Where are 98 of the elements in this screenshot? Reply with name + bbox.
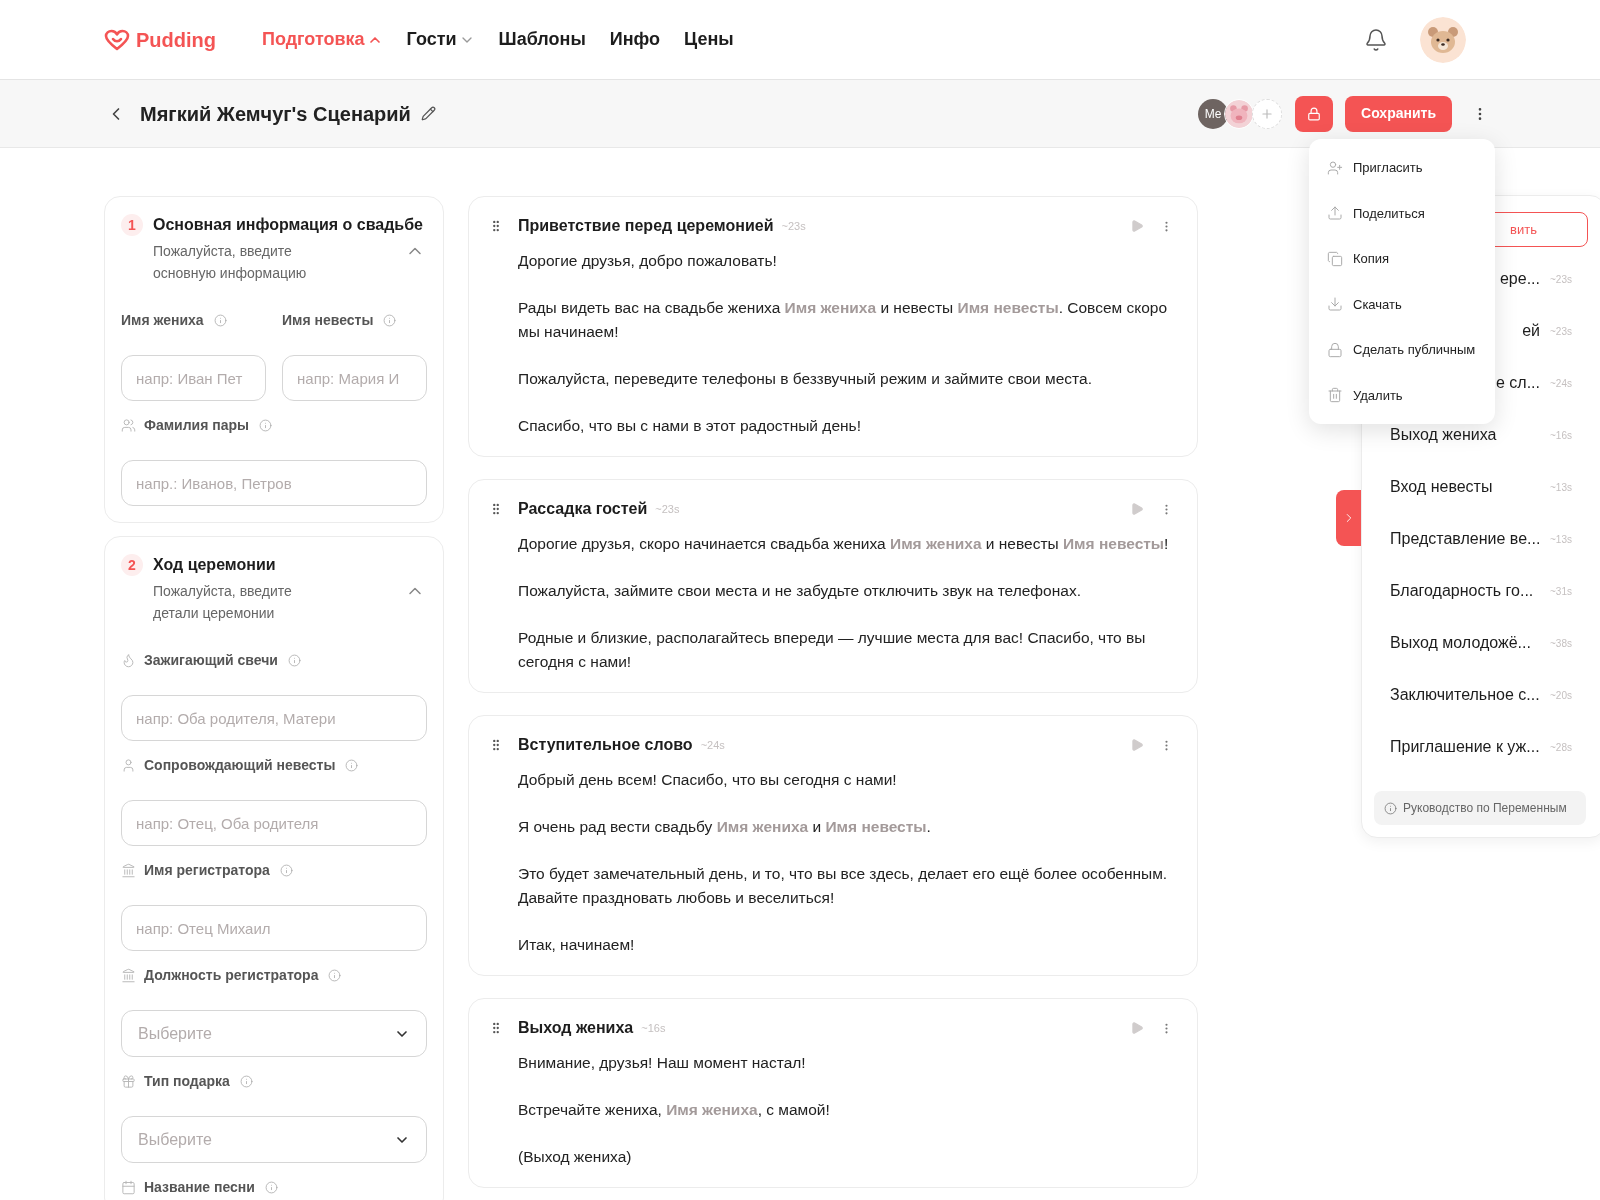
script-paragraph: Дорогие друзья, добро пожаловать! [518,251,778,271]
info-icon[interactable] [328,968,342,982]
input-field[interactable]: напр.: Иванов, Петров [121,460,427,506]
input-field[interactable]: напр: Отец Михаил [121,905,427,951]
nav-link[interactable]: Шаблоны [498,26,586,53]
info-icon[interactable] [279,863,293,877]
field-label: Тип подарка [144,1071,230,1091]
field-label: Зажигающий свечи [144,650,278,670]
share-icon [1327,205,1343,222]
input-field[interactable]: напр: Оба родителя, Матери [121,695,427,741]
script-paragraph: Встречайте жениха, Имя жениха, с мамой! [518,1100,831,1120]
input-field[interactable]: напр: Иван Пет [121,355,266,401]
script-title: Рассадка гостей [518,499,648,519]
duration: ~16s [641,1020,666,1036]
edit-icon[interactable] [420,106,436,121]
notification-icon[interactable] [1364,27,1388,52]
script-paragraph: Пожалуйста, переведите телефоны в беззвучный режим и займите свои места. [518,369,1093,389]
outline-item[interactable]: Благодарность го... ~31s [1362,565,1592,617]
info-icon[interactable] [345,758,359,772]
script-paragraph: Итак, начинаем! [518,935,636,955]
outline-item[interactable]: Вход невесты ~13s [1362,461,1592,513]
menu-item[interactable]: Сделать публичным [1309,327,1495,373]
avatar[interactable] [1420,16,1466,63]
input-field[interactable]: напр: Мария И [282,355,427,401]
panel-toggle[interactable] [1336,490,1361,546]
field-label: Имя невесты [282,310,374,330]
menu-item[interactable]: Удалить [1309,372,1495,418]
script-paragraph: Родные и близкие, располагайтесь впереди — лучшие места для вас! Спасибо, что вы сегодня с нами! [518,628,1147,672]
input-field[interactable]: напр: Отец, Оба родителя [121,800,427,846]
field-label: Имя регистратора [144,860,270,880]
people-icon [121,417,136,433]
script-paragraph: Я очень рад вести свадьбу Имя жениха и Имя невесты. [518,817,932,837]
play-icon[interactable] [1130,219,1144,233]
outline-item[interactable]: Приглашение к уж... ~28s [1362,721,1592,773]
invite-icon [1327,159,1343,176]
field-label: Сопровождающий невесты [144,755,336,775]
script-title: Выход жениха [518,1018,634,1038]
script-paragraph: Это будет замечательный день, и то, что вы все здесь, делает его ещё более особенным. Давайте праздновать любовь и веселиться! [518,864,1169,908]
lock-icon [1327,341,1343,358]
script-paragraph: Пожалуйста, займите свои места и не забудьте отключить звук на телефонах. [518,581,1082,601]
section-subtitle: Пожалуйста, введите основную информацию [153,242,308,283]
person-icon [121,757,136,773]
plus-icon [1260,106,1275,121]
info-icon[interactable] [264,1180,278,1194]
menu-item[interactable]: Копия [1309,236,1495,282]
duration: ~24s [700,737,725,753]
duration: ~23s [781,218,806,234]
field-label: Название песни [144,1177,255,1197]
section-subtitle: Пожалуйста, введите детали церемонии [153,582,293,623]
field-label: Фамилия пары [144,415,249,435]
outline-item[interactable]: Заключительное с... ~20s [1362,669,1592,721]
info-icon[interactable] [259,418,272,432]
script-paragraph: Внимание, друзья! Наш момент настал! [518,1053,807,1073]
section-title: Основная информация о свадьбе [153,215,424,235]
info-icon[interactable] [383,313,397,327]
gift-icon [121,1073,136,1089]
play-icon[interactable] [1130,1021,1144,1035]
guide-button[interactable]: Руководство по Переменным [1374,791,1586,825]
field-label: Имя жениха [121,310,204,330]
script-title: Приветствие перед церемонией [518,216,774,236]
outline-item[interactable]: Выход молодожё... ~38s [1362,617,1592,669]
calendar-icon [121,1179,136,1195]
trash-icon [1327,387,1343,404]
script-paragraph: Добрый день всем! Спасибо, что вы сегодня с нами! [518,770,898,790]
field-label: Должность регистратора [144,965,319,985]
building-icon [121,862,136,878]
info-icon[interactable] [239,1074,253,1088]
script-name: Мягкий Жемчуг's Сценарий [140,101,411,127]
collaborator-avatar[interactable] [1224,98,1255,129]
script-paragraph: Рады видеть вас на свадьбе жениха Имя жениха и невесты Имя невесты. Совсем скоро мы начинаем! [518,298,1169,342]
info-icon[interactable] [213,313,227,327]
logo-icon [104,28,130,51]
script-paragraph: Дорогие друзья, скоро начинается свадьба жениха Имя жениха и невесты Имя невесты! [518,534,1170,554]
nav-link[interactable]: Цены [684,26,734,53]
info-icon[interactable] [287,653,301,667]
flame-icon [121,652,136,668]
step-number: 1 [121,214,143,236]
duration: ~23s [655,501,680,517]
nav-link[interactable]: Инфо [609,26,661,53]
menu-item[interactable]: Скачать [1309,281,1495,327]
outline-item[interactable]: Представление ве... ~13s [1362,513,1592,565]
lock-button[interactable] [1295,95,1334,132]
script-paragraph: Спасибо, что вы с нами в этот радостный день! [518,416,862,436]
script-title: Вступительное слово [518,735,693,755]
nav-link[interactable]: Гости [406,26,475,53]
menu-item[interactable]: Поделиться [1309,190,1495,236]
add-collaborator-button[interactable] [1252,98,1283,129]
copy-icon [1327,250,1343,267]
menu-item[interactable]: Пригласить [1309,145,1495,191]
play-icon[interactable] [1130,738,1144,752]
step-number: 2 [121,554,143,576]
play-icon[interactable] [1130,502,1144,516]
section-title: Ход церемонии [153,555,277,575]
building-icon [121,967,136,983]
lock-icon [1307,106,1322,121]
info-icon [1384,801,1397,815]
script-paragraph: (Выход жениха) [518,1147,633,1167]
download-icon [1327,296,1343,313]
